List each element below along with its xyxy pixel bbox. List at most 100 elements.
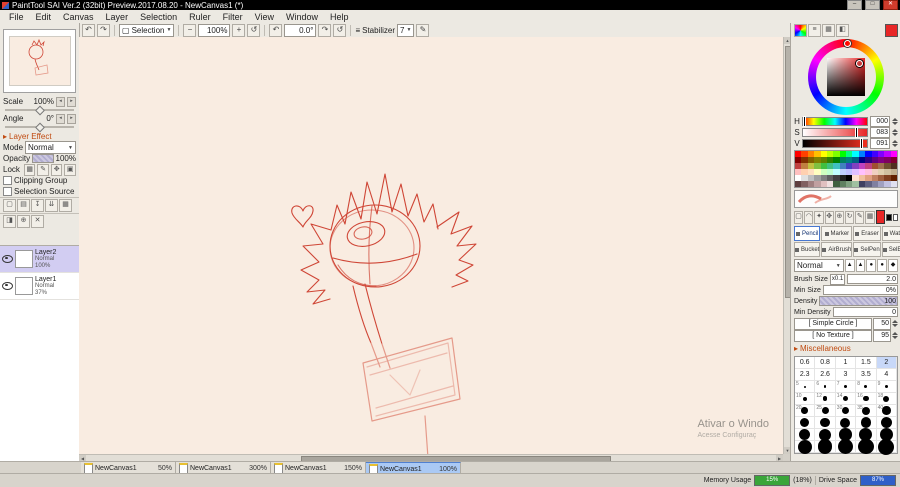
brush-size-cell[interactable]: 9 — [876, 381, 897, 393]
magic-wand-icon[interactable]: ✦ — [814, 210, 824, 224]
close-button[interactable]: ✕ — [883, 0, 898, 10]
stabilizer-dropdown[interactable]: 7 ▼ — [397, 23, 415, 37]
value-slider[interactable] — [802, 138, 868, 148]
brush-tip-icon[interactable]: ◆ — [888, 259, 898, 272]
brush-size-cell[interactable]: 40 — [876, 405, 897, 417]
menu-canvas[interactable]: Canvas — [57, 10, 100, 23]
checker-icon[interactable]: ▦ — [865, 210, 875, 224]
black-swatch[interactable] — [886, 213, 892, 221]
eyedropper-icon[interactable]: ✎ — [855, 210, 865, 224]
layer-mode-dropdown[interactable]: Normal ▼ — [25, 141, 76, 154]
rgb-slider-tab[interactable]: ≡ — [808, 24, 821, 37]
brush-texture-value[interactable]: 95 — [873, 329, 891, 342]
menu-selection[interactable]: Selection — [134, 10, 183, 23]
brush-size-cell[interactable]: 0.6 — [795, 357, 816, 369]
brush-size-cell[interactable] — [815, 417, 836, 429]
s-value[interactable]: 083 — [870, 126, 890, 138]
min-size-slider[interactable]: 0% — [822, 285, 898, 295]
menu-ruler[interactable]: Ruler — [183, 10, 217, 23]
navigator[interactable] — [3, 29, 76, 93]
color-mixer-pad[interactable] — [794, 190, 898, 208]
zoom-value[interactable]: 100% — [198, 23, 231, 37]
brush-size-cell[interactable] — [876, 438, 897, 455]
layer-visibility-icon[interactable] — [2, 282, 13, 290]
brush-size-cell[interactable]: 3.5 — [856, 369, 877, 381]
brush-size-cell[interactable]: 20 — [795, 405, 816, 417]
angle-increase-button[interactable]: ▸ — [67, 113, 76, 124]
palette-swatch[interactable] — [890, 181, 897, 187]
zoom-reset-button[interactable]: ↺ — [247, 23, 261, 37]
rotate-ccw-button[interactable]: ↶ — [269, 23, 283, 37]
density-slider[interactable]: 100 — [819, 296, 898, 306]
angle-decrease-button[interactable]: ◂ — [56, 113, 65, 124]
angle-reset-button[interactable]: ↺ — [333, 23, 347, 37]
brush-size-cell[interactable]: 30 — [835, 405, 857, 417]
brush-size-cell[interactable]: 4 — [876, 369, 897, 381]
color-wheel-tab[interactable]: ◍ — [794, 24, 807, 37]
brush-size-cell[interactable]: 25 — [815, 405, 836, 417]
selection-mode-dropdown[interactable]: ▢ Selection ▼ — [119, 23, 175, 37]
layer-mask-button[interactable]: ◨ — [3, 215, 16, 228]
layer-item-layer1[interactable]: Layer1 Normal 37% — [0, 273, 79, 300]
brush-size-cell[interactable]: 5 — [795, 381, 816, 393]
brush-size-cell[interactable]: 10 — [795, 393, 816, 405]
brush-tip-icon[interactable]: ● — [866, 259, 877, 272]
brush-size-cell[interactable]: 2.3 — [795, 369, 816, 381]
white-swatch[interactable] — [892, 213, 899, 221]
rotate-cw-button[interactable]: ↷ — [318, 23, 332, 37]
merge-down-button[interactable]: ⇊ — [45, 199, 58, 212]
angle-slider[interactable] — [5, 122, 74, 133]
new-folder-button[interactable]: ▤ — [17, 199, 30, 212]
saturation-slider[interactable] — [802, 127, 868, 137]
brush-size-cell[interactable]: 35 — [856, 405, 877, 417]
brush-size-slider[interactable]: 2.0 — [847, 274, 898, 284]
scratchpad-tab[interactable]: ◧ — [836, 24, 849, 37]
tool-pencil[interactable]: Pencil — [794, 226, 821, 241]
lock-transparency-icon[interactable]: ▦ — [23, 163, 36, 176]
hue-slider[interactable] — [802, 116, 868, 126]
h-spinner[interactable] — [892, 117, 898, 125]
layer-visibility-icon[interactable] — [2, 255, 13, 263]
brush-size-cell[interactable]: 14 — [835, 393, 857, 405]
brush-size-cell[interactable]: 18 — [876, 393, 897, 405]
brush-size-unit[interactable]: x0.1 — [829, 273, 846, 285]
tool-selpen[interactable]: SelPen — [853, 242, 881, 257]
menu-help[interactable]: Help — [324, 10, 355, 23]
brush-size-cell[interactable]: 8 — [856, 381, 877, 393]
foreground-color-swatch[interactable] — [875, 210, 886, 224]
shape-spinner[interactable] — [892, 320, 898, 327]
brush-size-cell[interactable]: 7 — [835, 381, 857, 393]
brush-size-cell[interactable] — [835, 417, 857, 429]
brush-tip-icon[interactable]: ▲ — [855, 259, 866, 272]
v-value[interactable]: 091 — [870, 137, 890, 149]
sv-cursor[interactable] — [856, 60, 863, 67]
new-layer-button[interactable]: ▢ — [3, 199, 16, 212]
move-icon[interactable]: ✥ — [824, 210, 834, 224]
clear-layer-button[interactable]: ▦ — [59, 199, 72, 212]
menu-filter[interactable]: Filter — [217, 10, 249, 23]
brush-size-cell[interactable]: 1 — [835, 357, 857, 369]
miscellaneous-header[interactable]: ▸ Miscellaneous — [791, 342, 900, 354]
lock-move-icon[interactable]: ✥ — [50, 163, 63, 176]
tool-eraser[interactable]: Eraser — [853, 226, 881, 241]
min-density-slider[interactable]: 0 — [832, 307, 898, 317]
undo-button[interactable]: ↶ — [82, 23, 95, 37]
brush-size-cell[interactable]: 3 — [835, 369, 857, 381]
lasso-icon[interactable]: ◠ — [804, 210, 814, 224]
layer-special-button[interactable]: ⊕ — [17, 215, 30, 228]
layer-item-layer2[interactable]: Layer2 Normal 100% — [0, 246, 79, 273]
brush-size-cell[interactable]: 0.8 — [815, 357, 836, 369]
tool-water[interactable]: Water — [881, 226, 900, 241]
brush-size-cell[interactable] — [795, 439, 816, 454]
clipping-group-checkbox[interactable] — [3, 176, 12, 185]
menu-edit[interactable]: Edit — [30, 10, 58, 23]
v-spinner[interactable] — [892, 139, 898, 147]
lock-paint-icon[interactable]: ✎ — [37, 163, 49, 176]
brush-size-cell[interactable] — [795, 417, 816, 429]
selection-source-checkbox[interactable] — [3, 187, 12, 196]
pen-pressure-toggle[interactable]: ✎ — [416, 23, 430, 37]
tool-airbrush[interactable]: AirBrush — [821, 242, 853, 257]
angle-value[interactable]: 0.0° — [284, 23, 317, 37]
redo-button[interactable]: ↷ — [97, 23, 110, 37]
zoom-in-button[interactable]: + — [232, 23, 246, 37]
